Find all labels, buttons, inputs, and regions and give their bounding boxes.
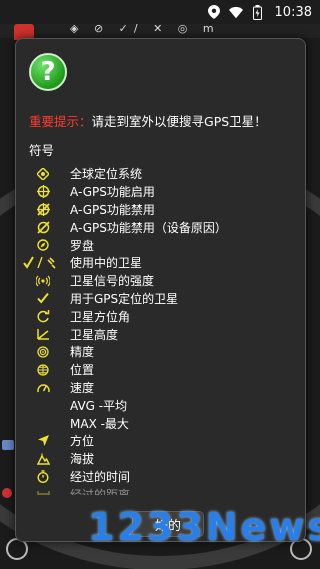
help-icon: ? xyxy=(29,53,67,91)
legend-item: MAX -最大 xyxy=(16,414,305,432)
legend-label: 罗盘 xyxy=(70,238,95,253)
legend-item: 卫星高度 xyxy=(16,325,305,343)
legend-label: 位置 xyxy=(70,363,95,378)
agps-disabled-device-icon xyxy=(16,221,70,234)
screen: 10:38 ◈ ⊘ ✓/ ✕ ◎ m ? 重要提示：请走到室外以便搜寻GPS卫星… xyxy=(0,0,320,569)
accuracy-icon xyxy=(16,346,70,358)
legend-item: 方位 xyxy=(16,432,305,450)
legend-item: 卫星信号的强度 xyxy=(16,272,305,290)
elevation-icon xyxy=(16,328,70,340)
legend-label: AVG -平均 xyxy=(70,398,128,413)
status-bar: 10:38 xyxy=(0,0,320,24)
legend-item: 使用中的卫星 xyxy=(16,254,305,272)
gps-fix-satellite-icon xyxy=(16,292,70,305)
notice-text: 请走到室外以便搜寻GPS卫星！ xyxy=(91,114,267,129)
watermark-logo: 1233News xyxy=(88,505,320,549)
legend-item: 罗盘 xyxy=(16,236,305,254)
legend-label: 经过的距离 xyxy=(70,487,131,495)
legend-item: 卫星方位角 xyxy=(16,307,305,325)
speed-icon xyxy=(16,382,70,393)
legend-label: A-GPS功能禁用（设备原因） xyxy=(70,220,227,235)
legend-label: 全球定位系统 xyxy=(70,167,143,182)
legend-item: 海拔 xyxy=(16,450,305,468)
background-flag-icon xyxy=(2,440,14,450)
legend-label: 使用中的卫星 xyxy=(70,256,143,271)
compass-icon xyxy=(16,239,70,251)
legend-item: 经过的距离 xyxy=(16,485,305,495)
legend-item: 用于GPS定位的卫星 xyxy=(16,290,305,308)
location-icon xyxy=(207,5,221,19)
wifi-icon xyxy=(228,5,243,19)
legend-label: 海拔 xyxy=(70,452,95,467)
azimuth-icon xyxy=(16,309,70,323)
agps-enabled-icon xyxy=(16,185,70,199)
legend-item: 经过的时间 xyxy=(16,468,305,486)
legend-item: 位置 xyxy=(16,361,305,379)
help-dialog: ? 重要提示：请走到室外以便搜寻GPS卫星！ 符号 全球定位系统 A-GPS功能… xyxy=(15,38,306,542)
background-record-icon xyxy=(2,488,12,498)
distance-icon xyxy=(16,488,70,495)
legend-item: A-GPS功能启用 xyxy=(16,183,305,201)
legend-item: AVG -平均 xyxy=(16,396,305,414)
background-toolbar: ◈ ⊘ ✓/ ✕ ◎ m xyxy=(0,22,320,38)
notice-label: 重要提示： xyxy=(29,114,92,129)
legend-label: 用于GPS定位的卫星 xyxy=(70,291,179,306)
legend-label: 方位 xyxy=(70,434,95,449)
background-toolbar-glyphs: ◈ ⊘ ✓/ ✕ ◎ m xyxy=(70,22,220,35)
bearing-icon xyxy=(16,434,70,447)
satellite-in-use-icon xyxy=(16,256,70,270)
legend-item: 精度 xyxy=(16,343,305,361)
agps-disabled-icon xyxy=(16,202,70,216)
legend-list[interactable]: 全球定位系统 A-GPS功能启用 A-GPS功能禁用 A-GPS功能禁用（设备原… xyxy=(16,165,305,495)
battery-icon xyxy=(251,4,265,20)
legend-label: A-GPS功能禁用 xyxy=(70,202,155,217)
legend-title: 符号 xyxy=(29,143,55,158)
legend-label: 卫星信号的强度 xyxy=(70,274,155,289)
legend-label: A-GPS功能启用 xyxy=(70,185,155,200)
altitude-icon xyxy=(16,453,70,465)
legend-item: 全球定位系统 xyxy=(16,165,305,183)
legend-label: 速度 xyxy=(70,380,95,395)
legend-item: A-GPS功能禁用（设备原因） xyxy=(16,218,305,236)
legend-label: 经过的时间 xyxy=(70,469,131,484)
legend-item: A-GPS功能禁用 xyxy=(16,201,305,219)
legend-label: MAX -最大 xyxy=(70,416,129,431)
status-time: 10:38 xyxy=(274,4,312,20)
gps-diamond-icon xyxy=(16,167,70,180)
position-icon xyxy=(16,364,70,376)
legend-label: 卫星方位角 xyxy=(70,309,131,324)
legend-label: 精度 xyxy=(70,345,95,360)
legend-item: 速度 xyxy=(16,379,305,397)
legend-label: 卫星高度 xyxy=(70,327,119,342)
signal-strength-icon xyxy=(16,275,70,287)
elapsed-time-icon xyxy=(16,470,70,483)
notice-line: 重要提示：请走到室外以便搜寻GPS卫星！ xyxy=(29,111,267,130)
